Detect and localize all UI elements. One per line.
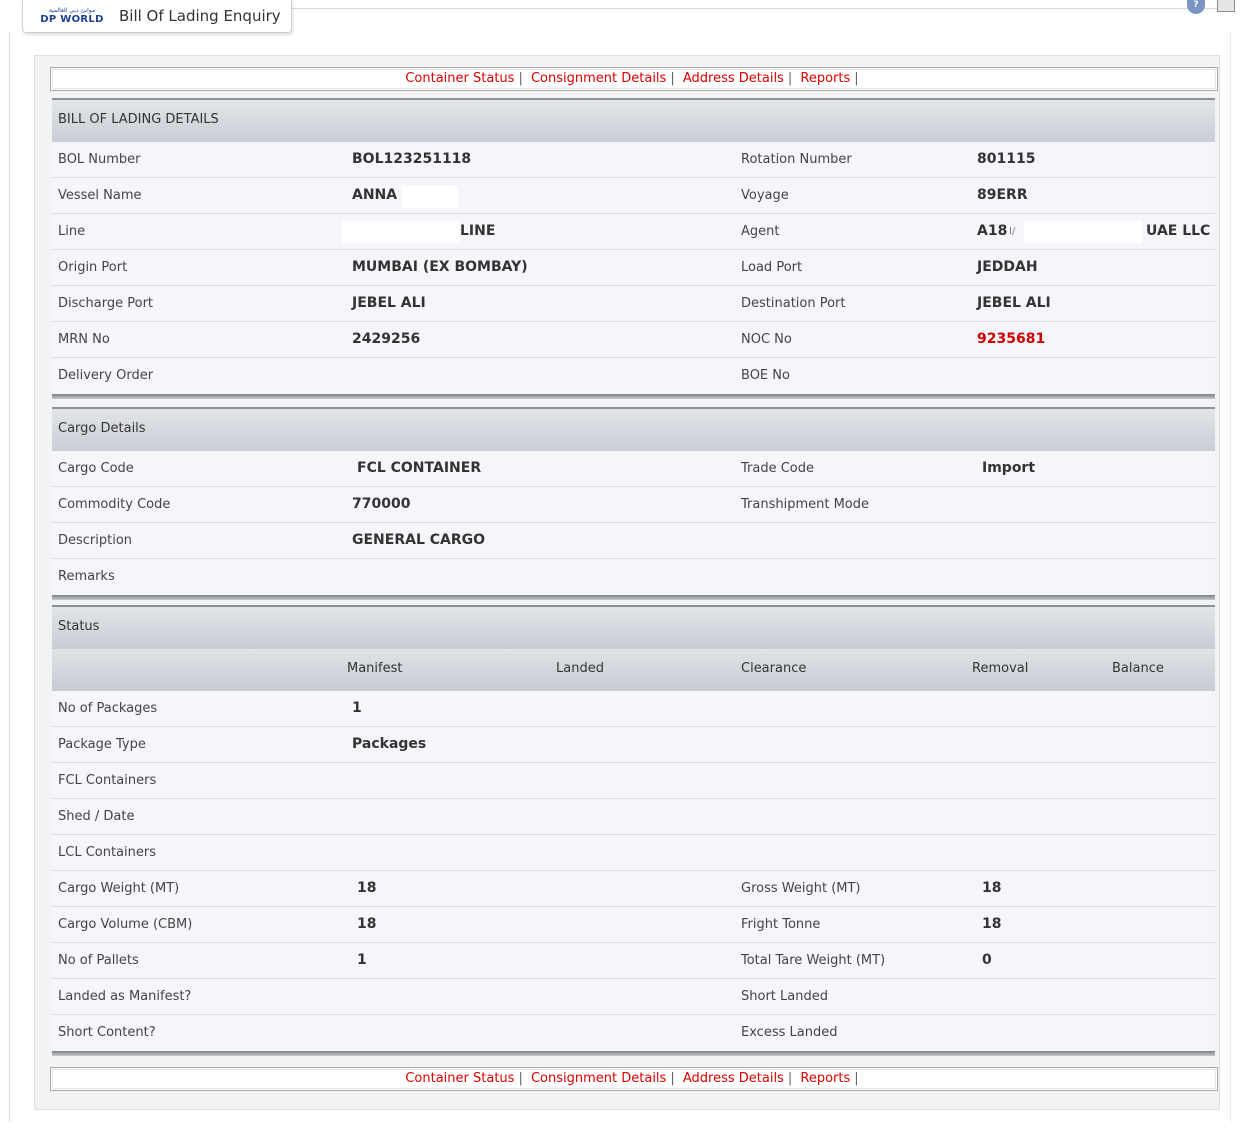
enquiry-content: Container Status | Consignment Details | A… (50, 67, 1218, 1097)
top-right-icons: ? (1187, 0, 1235, 14)
table-row: Discharge Port JEBEL ALI Destination Por… (52, 286, 1215, 322)
table-row: Cargo Volume (CBM) 18 Fright Tonne 18 (52, 907, 1215, 943)
cargo-rows: Cargo Code FCL CONTAINER Trade Code Impo… (52, 451, 1215, 595)
link-address-details[interactable]: Address Details (683, 71, 784, 86)
link-reports[interactable]: Reports (800, 1071, 850, 1086)
column-manifest: Manifest (347, 661, 403, 676)
table-row: FCL Containers (52, 763, 1215, 799)
cargo-details-panel: Cargo Details Cargo Code FCL CONTAINER T… (52, 407, 1215, 600)
section-header-cargo: Cargo Details (52, 407, 1215, 451)
status-panel: Status Manifest Landed Clearance Removal… (52, 605, 1215, 1056)
redacted-area (342, 221, 460, 243)
table-row: Delivery Order BOE No (58, 368, 790, 383)
table-row: LCL Containers (52, 835, 1215, 871)
section-header-bol: BILL OF LADING DETAILS (52, 98, 1215, 142)
table-row: Package Type Packages (52, 727, 1215, 763)
status-column-header: Manifest Landed Clearance Removal Balanc… (52, 649, 1215, 691)
section-divider (52, 394, 1215, 399)
section-divider (52, 1051, 1215, 1056)
help-icon[interactable]: ? (1187, 0, 1205, 14)
link-consignment-details[interactable]: Consignment Details (531, 71, 666, 86)
table-row: Shed / Date (52, 799, 1215, 835)
link-container-status[interactable]: Container Status (405, 71, 514, 86)
section-header-status: Status (52, 605, 1215, 649)
top-link-bar: Container Status | Consignment Details | A… (50, 67, 1218, 91)
table-row: Cargo Code FCL CONTAINER Trade Code Impo… (52, 451, 1215, 487)
bol-details-panel: BILL OF LADING DETAILS BOL Number BOL123… (52, 98, 1215, 399)
table-row: Remarks (58, 569, 115, 584)
column-landed: Landed (556, 661, 604, 676)
table-row: MRN No 2429256 NOC No 9235681 (52, 322, 1215, 358)
redacted-area (402, 186, 458, 208)
table-row: BOL Number BOL123251118 Rotation Number … (52, 142, 1215, 178)
noc-number-link[interactable]: 9235681 (977, 322, 1045, 357)
tab-bill-of-lading-enquiry[interactable]: موانئ دبي العالمية DP WORLD Bill Of Ladi… (22, 0, 292, 33)
link-container-status[interactable]: Container Status (405, 1071, 514, 1086)
tab-bar-line (290, 8, 1225, 9)
status-rows: No of Packages 1 Package Type Packages F… (52, 691, 1215, 1051)
table-row: No of Pallets 1 Total Tare Weight (MT) 0 (52, 943, 1215, 979)
page-title: Bill Of Lading Enquiry (119, 7, 281, 25)
section-divider (52, 595, 1215, 600)
column-clearance: Clearance (741, 661, 807, 676)
print-icon[interactable] (1217, 0, 1235, 12)
table-row: Cargo Weight (MT) 18 Gross Weight (MT) 1… (52, 871, 1215, 907)
column-balance: Balance (1112, 661, 1164, 676)
link-address-details[interactable]: Address Details (683, 1071, 784, 1086)
dp-world-logo: موانئ دبي العالمية DP WORLD (40, 7, 104, 25)
top-tab-bar: موانئ دبي العالمية DP WORLD Bill Of Ladi… (0, 0, 1241, 34)
table-row: Commodity Code 770000 Transhipment Mode (52, 487, 1215, 523)
table-row: No of Packages 1 (52, 691, 1215, 727)
table-row: Vessel Name ANNA Voyage 89ERR (52, 178, 1215, 214)
table-row: Short Content? Excess Landed (58, 1025, 838, 1040)
table-row: Line LINE Agent A18 I/ UAE LLC (52, 214, 1215, 250)
column-removal: Removal (972, 661, 1029, 676)
table-row: Origin Port MUMBAI (EX BOMBAY) Load Port… (52, 250, 1215, 286)
redacted-area (1024, 221, 1142, 243)
table-row: Description GENERAL CARGO (52, 523, 1215, 559)
link-reports[interactable]: Reports (800, 71, 850, 86)
table-row: Landed as Manifest? Short Landed (52, 979, 1215, 1015)
bottom-link-bar: Container Status | Consignment Details | A… (50, 1067, 1218, 1091)
link-consignment-details[interactable]: Consignment Details (531, 1071, 666, 1086)
bol-rows: BOL Number BOL123251118 Rotation Number … (52, 142, 1215, 394)
